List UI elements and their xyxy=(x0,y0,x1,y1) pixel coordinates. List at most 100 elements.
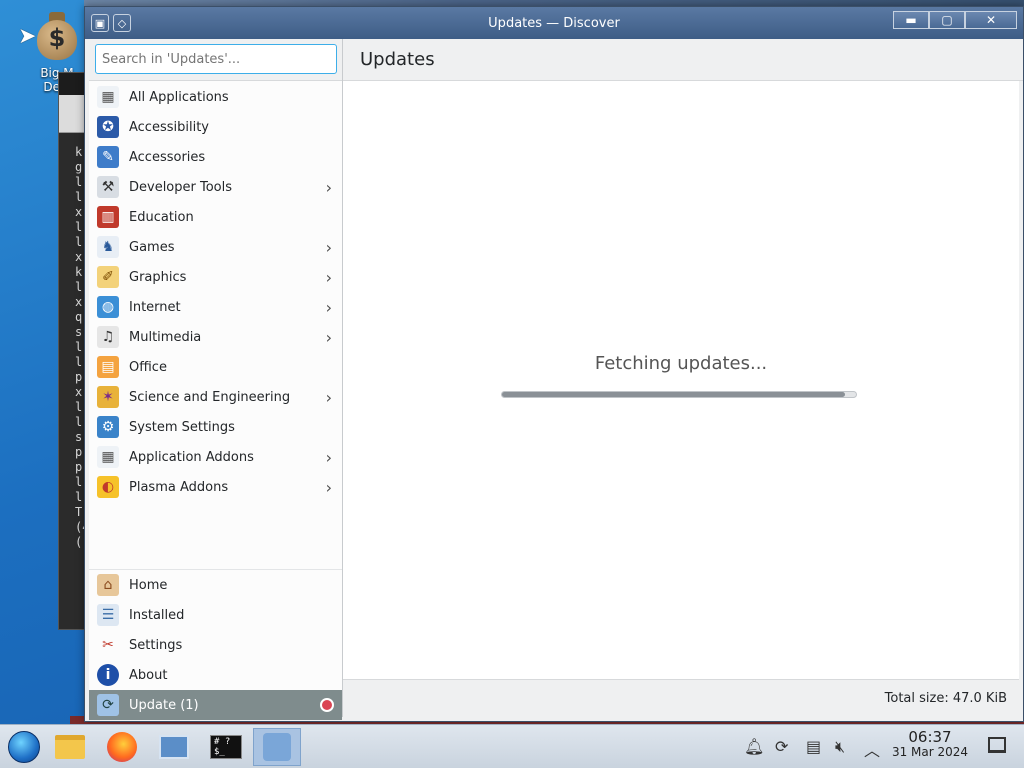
notifications-bell-icon[interactable]: 🔔︎ xyxy=(744,737,764,756)
nav-home[interactable]: ⌂ Home xyxy=(89,570,342,600)
category-item[interactable]: ▦ All Applications xyxy=(89,82,342,112)
nav-update[interactable]: ⟳ Update (1) xyxy=(89,690,342,720)
chevron-right-icon: › xyxy=(325,328,332,347)
window-titlebar[interactable]: ▣ ◇ Updates — Discover ▬ ▢ ✕ xyxy=(85,7,1023,39)
show-desktop-icon[interactable] xyxy=(988,737,1006,753)
chevron-right-icon: › xyxy=(325,238,332,257)
nav-installed[interactable]: ☰ Installed xyxy=(89,600,342,630)
page-title: Updates xyxy=(343,39,1023,81)
science-icon: ✶ xyxy=(97,386,119,408)
taskbar: # ?$_ 🔔︎ ⟳ ▤ 🔇︎ ︿ 06:37 31 Mar 2024 xyxy=(0,724,1024,768)
grid-icon: ▦ xyxy=(97,86,119,108)
window-title: Updates — Discover xyxy=(488,15,620,31)
office-icon: ▤ xyxy=(97,356,119,378)
window-menu-icon[interactable]: ▣ xyxy=(91,14,109,32)
education-icon: ▥ xyxy=(97,206,119,228)
category-item[interactable]: ▦ Application Addons › xyxy=(89,442,342,472)
nav-about[interactable]: i About xyxy=(89,660,342,690)
settings-tools-icon: ✂ xyxy=(102,637,114,653)
category-label: Plasma Addons xyxy=(129,479,229,495)
chevron-right-icon: › xyxy=(325,388,332,407)
info-icon: i xyxy=(97,664,119,686)
maximize-button[interactable]: ▢ xyxy=(929,11,965,29)
nav-settings[interactable]: ✂ Settings xyxy=(89,630,342,660)
category-label: Accessories xyxy=(129,149,206,165)
chevron-up-icon[interactable]: ︿ xyxy=(864,737,880,761)
clock-date: 31 Mar 2024 xyxy=(891,745,969,759)
category-label: Multimedia xyxy=(129,329,202,345)
start-button[interactable] xyxy=(0,728,48,766)
category-item[interactable]: ⚒ Developer Tools › xyxy=(89,172,342,202)
category-item[interactable]: ✎ Accessories xyxy=(89,142,342,172)
terminal-icon: # ?$_ xyxy=(210,735,242,759)
volume-muted-icon[interactable]: 🔇︎ xyxy=(835,737,845,757)
footer-total-size: Total size: 47.0 KiB xyxy=(343,679,1019,717)
taskbar-discover[interactable] xyxy=(253,728,301,766)
category-label: Education xyxy=(129,209,194,225)
sidebar: ▦ All Applications ✪ Accessibility ✎ Accessor… xyxy=(89,39,343,720)
chevron-right-icon: › xyxy=(325,448,332,467)
internet-icon: ◍ xyxy=(97,296,119,318)
category-item[interactable]: ♫ Multimedia › xyxy=(89,322,342,352)
taskbar-system-settings[interactable] xyxy=(150,728,198,766)
discover-window: ▣ ◇ Updates — Discover ▬ ▢ ✕ ▦ All Applic… xyxy=(84,6,1024,722)
progress-bar xyxy=(501,391,857,398)
keep-above-icon[interactable]: ◇ xyxy=(113,14,131,32)
addons-icon: ▦ xyxy=(97,446,119,468)
update-icon: ⟳ xyxy=(97,694,119,716)
category-item[interactable]: ◐ Plasma Addons › xyxy=(89,472,342,502)
system-monitor-icon xyxy=(159,735,189,759)
discover-icon xyxy=(263,733,291,761)
plasma-icon: ◐ xyxy=(97,476,119,498)
games-icon: ♞ xyxy=(97,236,119,258)
chevron-right-icon: › xyxy=(325,268,332,287)
close-button[interactable]: ✕ xyxy=(965,11,1017,29)
category-item[interactable]: ✐ Graphics › xyxy=(89,262,342,292)
category-list: ▦ All Applications ✪ Accessibility ✎ Accessor… xyxy=(89,81,342,502)
search-input[interactable] xyxy=(95,44,337,74)
developer-tools-icon: ⚒ xyxy=(97,176,119,198)
category-label: Accessibility xyxy=(129,119,209,135)
installed-list-icon: ☰ xyxy=(97,604,119,626)
category-label: Office xyxy=(129,359,167,375)
category-item[interactable]: ▤ Office xyxy=(89,352,342,382)
clock[interactable]: 06:37 31 Mar 2024 xyxy=(884,730,976,760)
firefox-icon xyxy=(107,732,137,762)
category-item[interactable]: ♞ Games › xyxy=(89,232,342,262)
category-item[interactable]: ▥ Education xyxy=(89,202,342,232)
search-bar xyxy=(89,39,342,81)
category-label: All Applications xyxy=(129,89,229,105)
update-badge-icon xyxy=(320,698,334,712)
updates-tray-icon[interactable]: ⟳ xyxy=(775,737,788,756)
chevron-right-icon: › xyxy=(325,178,332,197)
taskbar-file-manager[interactable] xyxy=(46,728,94,766)
category-item[interactable]: ✶ Science and Engineering › xyxy=(89,382,342,412)
graphics-icon: ✐ xyxy=(97,266,119,288)
folder-icon xyxy=(55,735,85,759)
taskbar-terminal[interactable]: # ?$_ xyxy=(202,728,250,766)
chevron-right-icon: › xyxy=(325,298,332,317)
category-label: Games xyxy=(129,239,175,255)
progress-fill xyxy=(502,392,846,397)
bottom-nav: ⌂ Home ☰ Installed ✂ Settings i About ⟳ … xyxy=(89,569,342,720)
category-label: Graphics xyxy=(129,269,187,285)
money-bag-icon: $ xyxy=(35,12,79,62)
accessibility-icon: ✪ xyxy=(97,116,119,138)
category-label: Application Addons xyxy=(129,449,254,465)
fetching-status: Fetching updates... xyxy=(594,353,768,374)
start-orb-icon xyxy=(8,731,40,763)
minimize-button[interactable]: ▬ xyxy=(893,11,929,29)
accessories-icon: ✎ xyxy=(97,146,119,168)
taskbar-firefox[interactable] xyxy=(98,728,146,766)
nav-home-label: Home xyxy=(129,577,168,593)
nav-settings-label: Settings xyxy=(129,637,183,653)
category-item[interactable]: ⚙ System Settings xyxy=(89,412,342,442)
system-settings-icon: ⚙ xyxy=(97,416,119,438)
category-label: Developer Tools xyxy=(129,179,233,195)
nav-update-label: Update (1) xyxy=(129,697,199,713)
clipboard-icon[interactable]: ▤ xyxy=(806,737,821,756)
category-item[interactable]: ✪ Accessibility xyxy=(89,112,342,142)
category-label: System Settings xyxy=(129,419,235,435)
category-label: Internet xyxy=(129,299,181,315)
category-item[interactable]: ◍ Internet › xyxy=(89,292,342,322)
